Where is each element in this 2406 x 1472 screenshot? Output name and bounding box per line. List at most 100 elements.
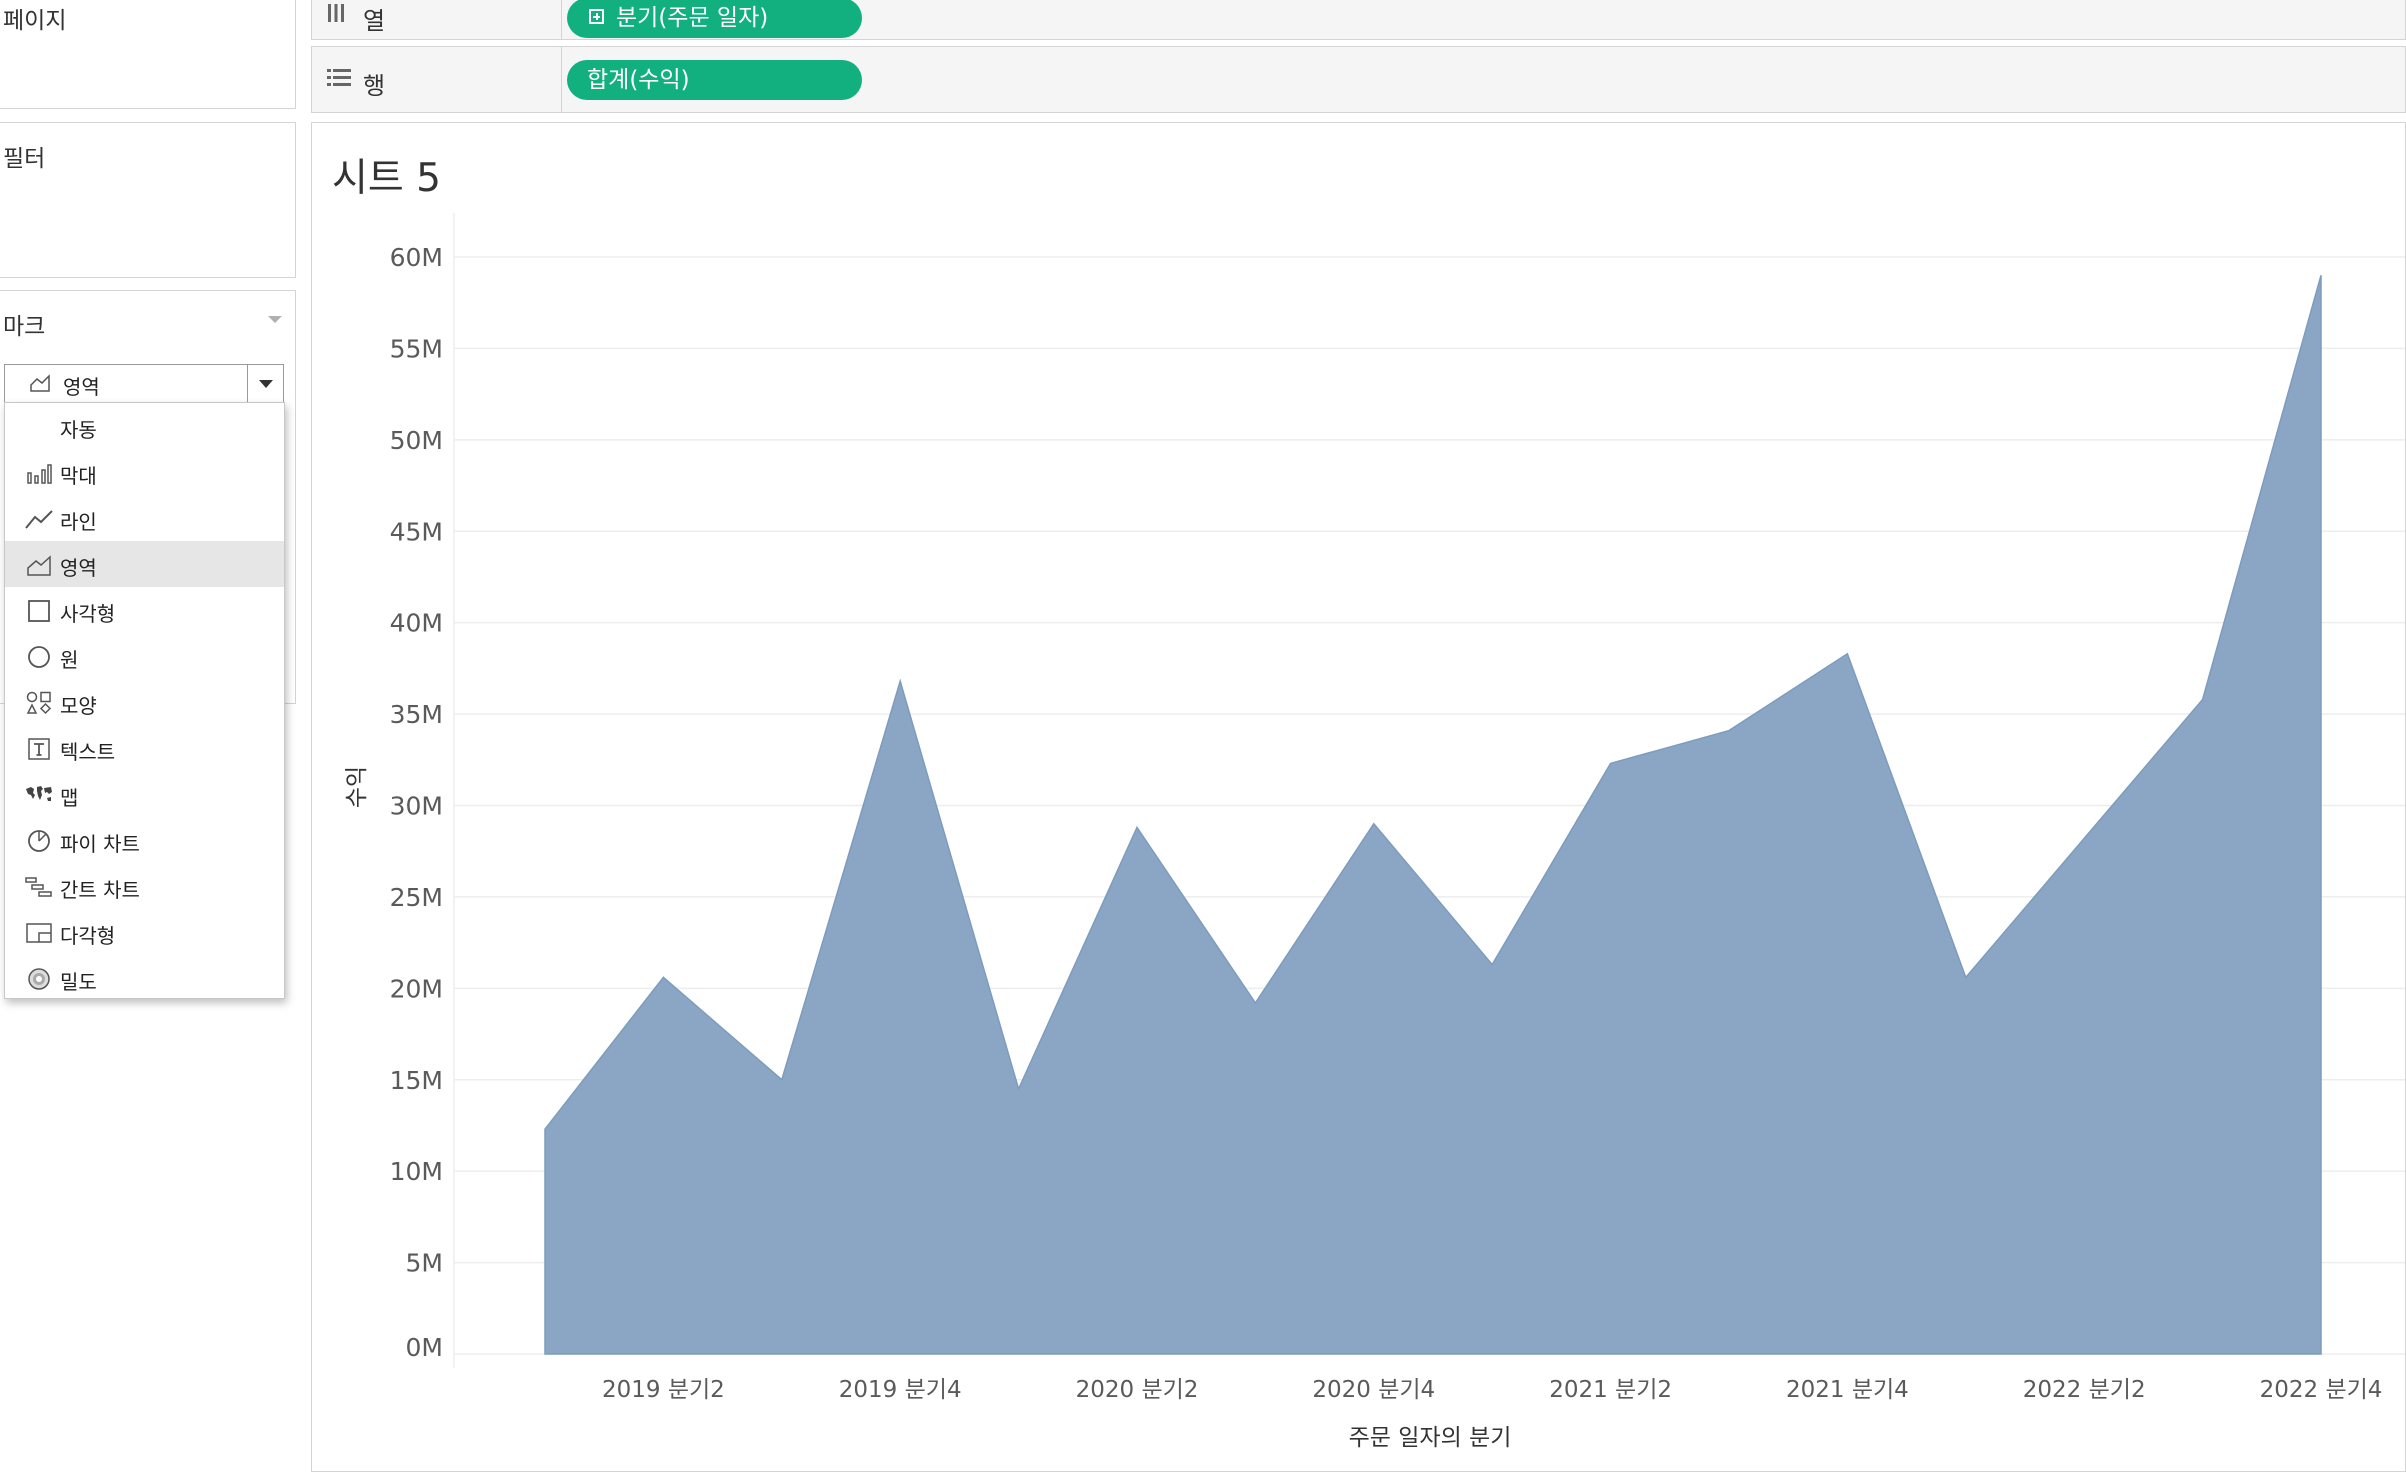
y-tick-label: 30M xyxy=(390,792,443,821)
x-axis-title: 주문 일자의 분기 xyxy=(1349,1425,1512,1451)
bar-chart-icon xyxy=(27,464,52,484)
x-tick-label: 2022 분기2 xyxy=(2023,1377,2146,1403)
data-point[interactable] xyxy=(1368,818,1380,830)
data-point[interactable] xyxy=(1960,971,1972,983)
square-icon xyxy=(28,600,50,622)
y-tick-label: 60M xyxy=(390,243,443,272)
rows-pill[interactable]: 합계(수익) xyxy=(567,60,862,100)
menu-item-label: 파이 차트 xyxy=(60,832,140,856)
data-point[interactable] xyxy=(1131,821,1143,833)
y-tick-label: 10M xyxy=(390,1157,443,1186)
menu-item-gantt[interactable]: 간트 차트 xyxy=(5,863,284,909)
menu-item-circle[interactable]: 원 xyxy=(5,633,284,679)
menu-item-line[interactable]: 라인 xyxy=(5,495,284,541)
columns-shelf-label: 열 xyxy=(363,7,386,35)
menu-item-area[interactable]: 영역 xyxy=(5,541,284,587)
menu-item-square[interactable]: 사각형 xyxy=(5,587,284,633)
pages-title: 페이지 xyxy=(3,8,67,34)
menu-item-label: 맵 xyxy=(60,786,79,810)
menu-item-label: 간트 차트 xyxy=(60,878,140,902)
density-icon xyxy=(28,968,50,990)
x-tick-label: 2020 분기4 xyxy=(1312,1377,1435,1403)
area-chart[interactable]: 0M 5M 10M 15M 20M 25M 30M 35M 40M 45M 50M 55M 60M 201… xyxy=(312,123,2406,1472)
rows-pill-label: 합계(수익) xyxy=(587,67,690,93)
menu-item-label: 다각형 xyxy=(60,924,116,948)
menu-item-label: 텍스트 xyxy=(60,740,116,764)
y-tick-label: 55M xyxy=(390,334,443,363)
text-icon xyxy=(28,738,50,760)
viz-area[interactable]: 시트 5 0M 5M 10M 15M 20M 25M 30M 35M 40M 45M 50M 55M 6… xyxy=(311,122,2406,1472)
y-axis-title: 수익 xyxy=(344,766,370,808)
data-point[interactable] xyxy=(2197,693,2209,705)
mark-type-value: 영역 xyxy=(63,375,100,399)
data-point[interactable] xyxy=(1605,757,1617,769)
data-point[interactable] xyxy=(1486,959,1498,971)
polygon-icon xyxy=(26,923,52,943)
mark-type-select[interactable]: 영역 xyxy=(4,364,284,404)
data-point[interactable] xyxy=(1841,648,1853,660)
data-point[interactable] xyxy=(1013,1083,1025,1095)
data-point[interactable] xyxy=(1723,725,1735,737)
data-point[interactable] xyxy=(2078,832,2090,844)
x-tick-label: 2020 분기2 xyxy=(1076,1377,1199,1403)
expand-plus-icon[interactable] xyxy=(589,9,604,24)
filters-panel[interactable]: 필터 xyxy=(0,122,296,278)
x-tick-label: 2022 분기4 xyxy=(2260,1377,2383,1403)
menu-item-auto[interactable]: 자동 xyxy=(5,403,284,449)
rows-shelf-label-area: 행 xyxy=(312,47,562,112)
menu-item-label: 밀도 xyxy=(60,970,97,994)
line-chart-icon xyxy=(25,510,53,529)
menu-item-polygon[interactable]: 다각형 xyxy=(5,909,284,955)
area-chart-icon xyxy=(30,374,50,392)
menu-item-bar[interactable]: 막대 xyxy=(5,449,284,495)
columns-shelf-label-area: 열 xyxy=(312,0,562,39)
menu-item-label: 영역 xyxy=(60,556,97,580)
area-chart-icon xyxy=(27,555,51,576)
y-tick-label: 35M xyxy=(390,700,443,729)
y-tick-label: 45M xyxy=(390,517,443,546)
filters-title: 필터 xyxy=(3,146,46,172)
menu-item-pie[interactable]: 파이 차트 xyxy=(5,817,284,863)
columns-shelf[interactable]: 열 분기(주문 일자) xyxy=(311,0,2406,40)
area-series[interactable] xyxy=(544,275,2322,1355)
x-tick-label: 2019 분기2 xyxy=(602,1377,725,1403)
marks-title: 마크 xyxy=(3,314,46,340)
menu-item-label: 모양 xyxy=(60,694,97,718)
data-point[interactable] xyxy=(1249,997,1261,1009)
data-point[interactable] xyxy=(657,971,669,983)
menu-item-label: 사각형 xyxy=(60,602,116,626)
rows-icon xyxy=(327,69,351,86)
y-tick-label: 20M xyxy=(390,974,443,1003)
gantt-chart-icon xyxy=(25,877,52,897)
x-tick-label: 2021 분기4 xyxy=(1786,1377,1909,1403)
circle-icon xyxy=(28,646,50,668)
data-point[interactable] xyxy=(894,675,906,687)
menu-item-map[interactable]: 맵 xyxy=(5,771,284,817)
y-tick-label: 0M xyxy=(406,1333,443,1362)
data-point[interactable] xyxy=(776,1074,788,1086)
pages-panel: 페이지 xyxy=(0,0,296,109)
y-tick-label: 40M xyxy=(390,609,443,638)
columns-pill-label: 분기(주문 일자) xyxy=(616,5,769,31)
marks-collapse-icon[interactable] xyxy=(268,316,282,323)
rows-shelf[interactable]: 행 합계(수익) xyxy=(311,46,2406,113)
y-tick-label: 50M xyxy=(390,426,443,455)
map-icon xyxy=(26,786,52,801)
menu-item-text[interactable]: 텍스트 xyxy=(5,725,284,771)
rows-shelf-label: 행 xyxy=(363,72,386,100)
menu-item-label: 막대 xyxy=(60,464,97,488)
columns-pill[interactable]: 분기(주문 일자) xyxy=(567,0,862,38)
data-point[interactable] xyxy=(2315,269,2327,281)
y-tick-label: 25M xyxy=(390,883,443,912)
chevron-down-icon[interactable] xyxy=(247,365,283,403)
menu-item-label: 자동 xyxy=(60,418,97,442)
y-tick-label: 15M xyxy=(390,1066,443,1095)
shapes-icon xyxy=(26,691,52,715)
pie-chart-icon xyxy=(28,830,50,852)
data-point[interactable] xyxy=(539,1123,551,1135)
columns-icon xyxy=(328,4,344,22)
x-tick-label: 2021 분기2 xyxy=(1549,1377,1672,1403)
menu-item-density[interactable]: 밀도 xyxy=(5,955,284,1001)
menu-item-label: 라인 xyxy=(60,510,97,534)
menu-item-shape[interactable]: 모양 xyxy=(5,679,284,725)
